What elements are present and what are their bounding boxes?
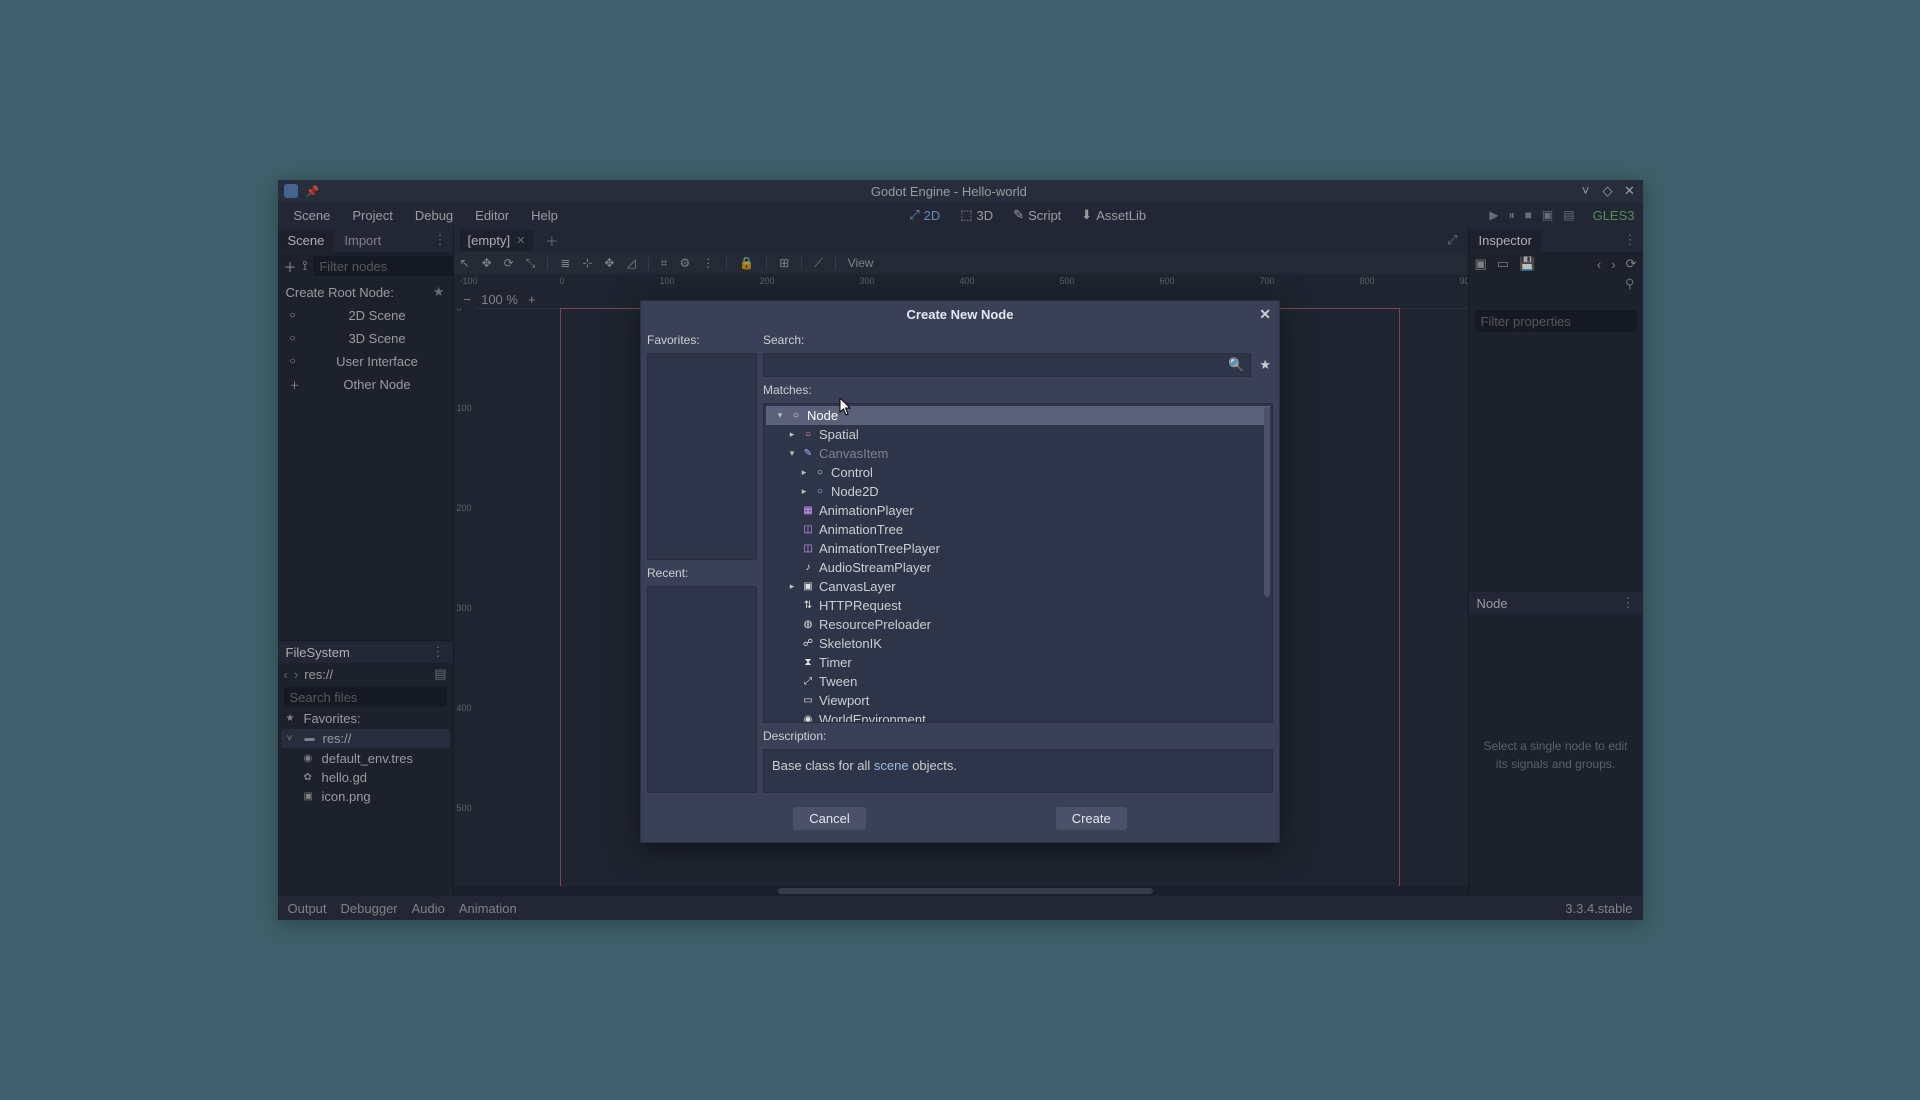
tree-caret-icon[interactable]: ▸: [799, 467, 809, 478]
matches-tree[interactable]: ▾ ○ Node ▸ ○ Spatial ▾ ✎ CanvasItem ▸ ○ Control ▸ ○ No…: [763, 403, 1273, 723]
favorites-list[interactable]: [647, 353, 757, 560]
tree-row-label: AnimationTree: [819, 522, 903, 537]
node-type-icon: ○: [814, 467, 826, 478]
tree-row[interactable]: ◫ AnimationTree: [766, 520, 1270, 539]
cancel-button[interactable]: Cancel: [793, 807, 865, 830]
tree-row[interactable]: ▾ ○ Node: [766, 406, 1270, 425]
matches-label: Matches:: [763, 381, 1273, 399]
tree-row[interactable]: ▸ ○ Node2D: [766, 482, 1270, 501]
tree-row[interactable]: ▸ ▣ CanvasLayer: [766, 577, 1270, 596]
node-type-icon: ◍: [802, 619, 814, 630]
dialog-close-icon[interactable]: ✕: [1259, 306, 1271, 323]
search-label: Search:: [763, 331, 1273, 349]
node-type-icon: ♪: [802, 562, 814, 573]
node-type-icon: ☍: [802, 638, 814, 649]
node-type-icon: ⤢: [802, 676, 814, 687]
tree-row[interactable]: ▸ ○ Control: [766, 463, 1270, 482]
node-type-icon: ✎: [802, 448, 814, 459]
tree-row-label: Control: [831, 465, 873, 480]
tree-row-label: SkeletonIK: [819, 636, 882, 651]
tree-row-label: AudioStreamPlayer: [819, 560, 931, 575]
description-label: Description:: [763, 727, 1273, 745]
tree-row-label: AnimationPlayer: [819, 503, 914, 518]
tree-row[interactable]: ⤢ Tween: [766, 672, 1270, 691]
node-type-icon: ◫: [802, 543, 814, 554]
favorite-toggle-icon[interactable]: ★: [1257, 357, 1273, 373]
node-type-icon: ○: [790, 410, 802, 421]
tree-caret-icon[interactable]: ▸: [787, 581, 797, 592]
recent-list[interactable]: [647, 586, 757, 793]
dialog-title: Create New Node: [907, 307, 1014, 322]
tree-row-label: AnimationTreePlayer: [819, 541, 940, 556]
tree-row-label: Spatial: [819, 427, 859, 442]
node-type-icon: ○: [802, 429, 814, 440]
search-icon: 🔍: [1228, 357, 1244, 373]
node-type-icon: ▭: [802, 695, 814, 706]
search-field-wrap: 🔍: [763, 353, 1251, 377]
tree-row[interactable]: ▭ Viewport: [766, 691, 1270, 710]
node-search-input[interactable]: [770, 358, 1228, 373]
tree-row[interactable]: ◍ ResourcePreloader: [766, 615, 1270, 634]
recent-label: Recent:: [647, 564, 757, 582]
tree-row-label: WorldEnvironment: [819, 712, 926, 723]
tree-row[interactable]: ▸ ○ Spatial: [766, 425, 1270, 444]
tree-row[interactable]: ▦ AnimationPlayer: [766, 501, 1270, 520]
tree-row-label: Node: [807, 408, 838, 423]
tree-row-label: Node2D: [831, 484, 879, 499]
create-button[interactable]: Create: [1056, 807, 1127, 830]
tree-row[interactable]: ♪ AudioStreamPlayer: [766, 558, 1270, 577]
dialog-overlay: Create New Node ✕ Favorites: Recent: Sea…: [278, 180, 1643, 920]
tree-caret-icon[interactable]: ▸: [787, 429, 797, 440]
tree-row[interactable]: ◫ AnimationTreePlayer: [766, 539, 1270, 558]
tree-caret-icon[interactable]: ▸: [799, 486, 809, 497]
node-type-icon: ⧗: [802, 657, 814, 668]
node-type-icon: ○: [814, 486, 826, 497]
matches-scrollbar[interactable]: [1263, 405, 1271, 721]
create-node-dialog: Create New Node ✕ Favorites: Recent: Sea…: [640, 300, 1280, 843]
tree-row[interactable]: ◉ WorldEnvironment: [766, 710, 1270, 723]
tree-row[interactable]: ⧗ Timer: [766, 653, 1270, 672]
tree-row-label: Timer: [819, 655, 852, 670]
tree-caret-icon[interactable]: ▾: [787, 448, 797, 459]
tree-row-label: Tween: [819, 674, 857, 689]
app-window: 📌 Godot Engine - Hello-world ˅ ◇ ✕ Scene…: [278, 180, 1643, 920]
favorites-label: Favorites:: [647, 331, 757, 349]
tree-row[interactable]: ☍ SkeletonIK: [766, 634, 1270, 653]
node-type-icon: ▦: [802, 505, 814, 516]
tree-row-label: ResourcePreloader: [819, 617, 931, 632]
description-box: Base class for all scene objects.: [763, 749, 1273, 793]
tree-row-label: CanvasLayer: [819, 579, 896, 594]
tree-row[interactable]: ▾ ✎ CanvasItem: [766, 444, 1270, 463]
tree-row-label: Viewport: [819, 693, 869, 708]
tree-row-label: CanvasItem: [819, 446, 888, 461]
tree-row[interactable]: ⇅ HTTPRequest: [766, 596, 1270, 615]
node-type-icon: ◉: [802, 714, 814, 723]
node-type-icon: ▣: [802, 581, 814, 592]
node-type-icon: ⇅: [802, 600, 814, 611]
node-type-icon: ◫: [802, 524, 814, 535]
tree-row-label: HTTPRequest: [819, 598, 901, 613]
tree-caret-icon[interactable]: ▾: [775, 410, 785, 421]
